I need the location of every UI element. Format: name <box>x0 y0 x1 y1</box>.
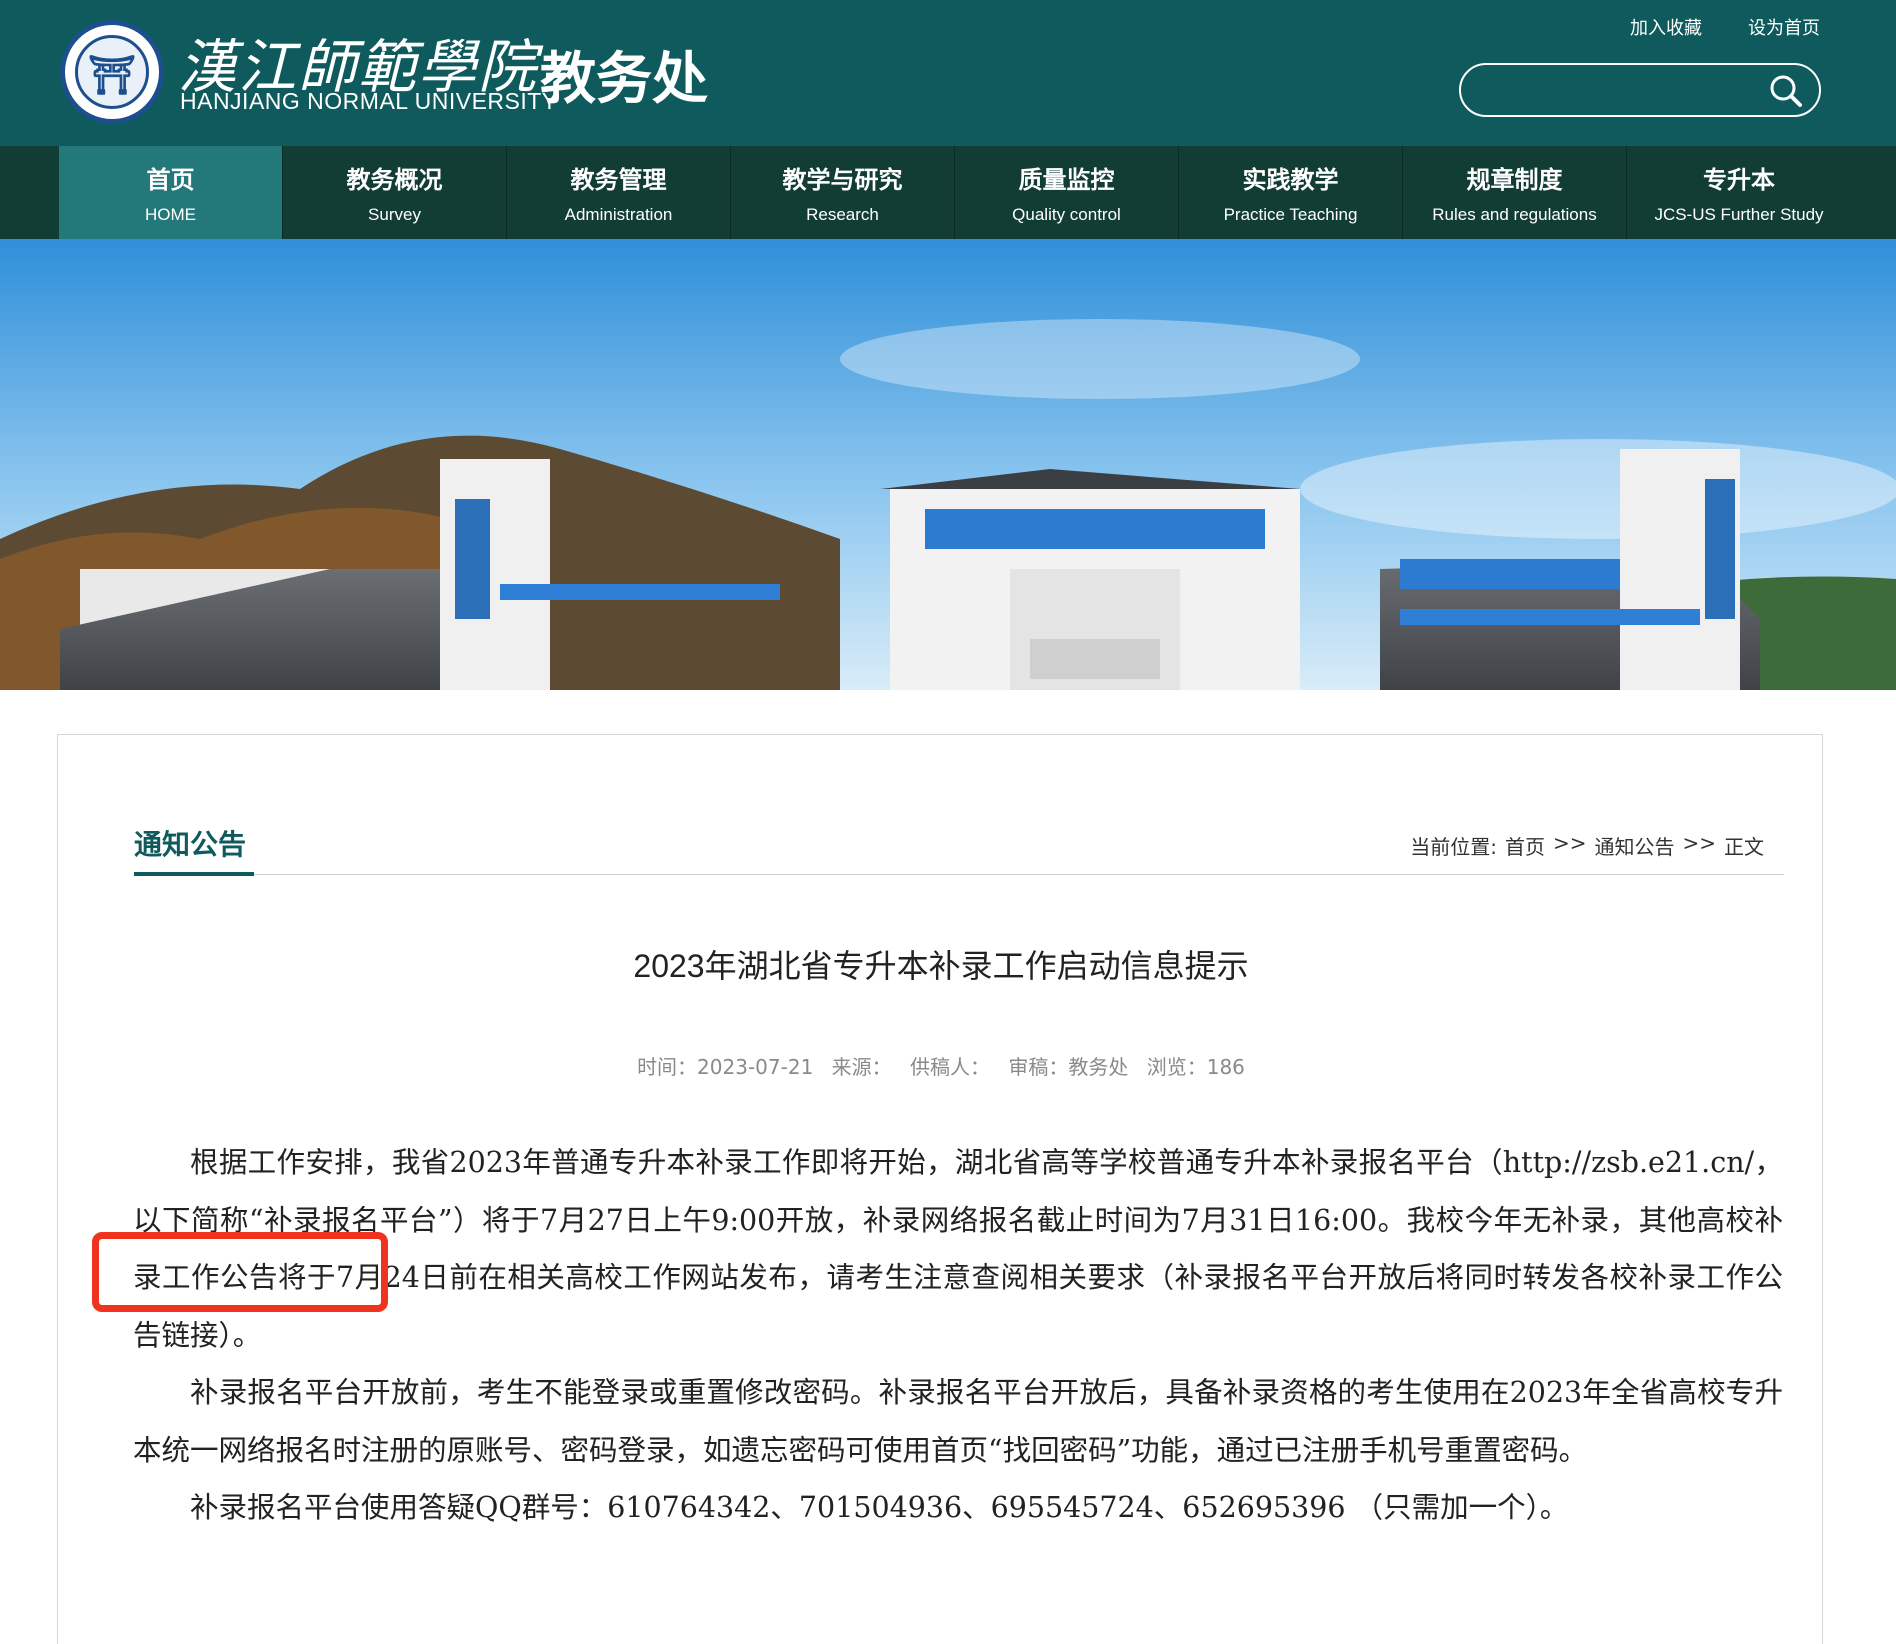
article-title: 2023年湖北省专升本补录工作启动信息提示 <box>633 948 1249 984</box>
breadcrumb-separator: >> <box>1682 831 1716 855</box>
nav-item-survey[interactable]: 教务概况 Survey <box>283 146 507 239</box>
nav-item-rules[interactable]: 规章制度 Rules and regulations <box>1403 146 1627 239</box>
nav-label-en: Practice Teaching <box>1223 205 1358 224</box>
meta-author: 供稿人： <box>910 1055 991 1079</box>
nav-label-cn: 教务管理 <box>570 166 667 194</box>
highlight-annotation <box>92 1232 388 1312</box>
search-input[interactable] <box>1479 75 1759 105</box>
nav-label-en: Survey <box>368 205 421 224</box>
article-paragraph: 补录报名平台使用答疑QQ群号：610764342、701504936、69554… <box>190 1491 1569 1524</box>
breadcrumb: 当前位置: 首页 >> 通知公告 >> 正文 <box>1410 831 1764 860</box>
site-header: ⛩ 漢江師範學院 HANJIANG NORMAL UNIVERSITY 教务处 … <box>0 0 1896 146</box>
meta-views: 浏览：186 <box>1146 1055 1245 1079</box>
nav-label-en: Research <box>806 205 879 224</box>
main-nav: 首页 HOME 教务概况 Survey 教务管理 Administration … <box>0 146 1896 239</box>
nav-label-en: JCS-US Further Study <box>1654 205 1824 224</box>
campus-banner <box>0 239 1896 690</box>
search-icon[interactable] <box>1767 72 1805 110</box>
nav-label-cn: 实践教学 <box>1242 166 1339 194</box>
breadcrumb-current: 正文 <box>1724 835 1764 859</box>
nav-label-en: Administration <box>564 205 673 224</box>
meta-source: 来源： <box>831 1055 892 1079</box>
nav-item-further-study[interactable]: 专升本 JCS-US Further Study <box>1627 146 1851 239</box>
nav-item-practice-teaching[interactable]: 实践教学 Practice Teaching <box>1179 146 1403 239</box>
university-name-en: HANJIANG NORMAL UNIVERSITY <box>180 88 558 114</box>
article-paragraph: 补录报名平台开放前，考生不能登录或重置修改密码。补录报名平台开放后，具备补录资格… <box>133 1376 1783 1467</box>
nav-item-administration[interactable]: 教务管理 Administration <box>507 146 731 239</box>
nav-label-cn: 首页 <box>146 166 195 194</box>
nav-label-en: Quality control <box>1012 205 1121 224</box>
university-logo[interactable]: ⛩ <box>60 20 164 124</box>
set-homepage-link[interactable]: 设为首页 <box>1748 14 1820 40</box>
nav-label-en: HOME <box>145 205 196 224</box>
breadcrumb-list-link[interactable]: 通知公告 <box>1594 831 1674 860</box>
section-divider-accent <box>134 872 254 876</box>
article-meta: 时间：2023-07-21 来源： 供稿人： 审稿：教务处 浏览：186 <box>58 1051 1824 1080</box>
meta-reviewer: 审稿：教务处 <box>1008 1055 1129 1079</box>
section-divider <box>134 874 1784 875</box>
campus-building-image <box>0 239 1896 690</box>
section-title: 通知公告 <box>134 828 247 861</box>
department-title: 教务处 <box>540 47 708 112</box>
breadcrumb-label: 当前位置: <box>1410 835 1497 859</box>
nav-item-home[interactable]: 首页 HOME <box>59 146 283 239</box>
meta-time: 时间：2023-07-21 <box>637 1055 814 1079</box>
nav-item-research[interactable]: 教学与研究 Research <box>731 146 955 239</box>
nav-label-cn: 专升本 <box>1703 166 1775 194</box>
nav-list: 首页 HOME 教务概况 Survey 教务管理 Administration … <box>59 146 1851 239</box>
search-box <box>1459 63 1821 117</box>
logo-glyph-icon: ⛩ <box>87 52 137 97</box>
breadcrumb-separator: >> <box>1552 831 1587 855</box>
nav-label-cn: 规章制度 <box>1466 166 1563 194</box>
nav-label-cn: 质量监控 <box>1018 166 1115 194</box>
nav-item-quality-control[interactable]: 质量监控 Quality control <box>955 146 1179 239</box>
nav-label-en: Rules and regulations <box>1432 205 1597 224</box>
nav-label-cn: 教务概况 <box>346 166 443 194</box>
top-links: 加入收藏 设为首页 <box>1630 14 1820 40</box>
logo-seal-inner: ⛩ <box>75 35 149 109</box>
add-favorite-link[interactable]: 加入收藏 <box>1630 14 1702 40</box>
article-body: 根据工作安排，我省2023年普通专升本补录工作即将开始，湖北省高等学校普通专升本… <box>133 1134 1783 1537</box>
nav-label-cn: 教学与研究 <box>782 166 903 194</box>
breadcrumb-home-link[interactable]: 首页 <box>1505 831 1545 860</box>
